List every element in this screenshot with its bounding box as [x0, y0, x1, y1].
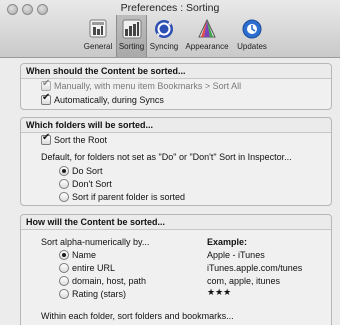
tab-general[interactable]: General — [80, 15, 116, 57]
manually-label: Manually, with menu item Bookmarks > Sor… — [54, 81, 242, 91]
how-sorted-section: How will the Content be sorted... Sort a… — [20, 214, 332, 325]
example-header: Example: — [207, 237, 248, 247]
tab-general-label: General — [83, 42, 113, 51]
when-sorted-title: When should the Content be sorted... — [21, 64, 331, 79]
general-icon — [87, 18, 109, 40]
sort-if-parent-option[interactable]: Sort if parent folder is sorted — [59, 192, 185, 202]
default-folders-label: Default, for folders not set as "Do" or … — [41, 152, 292, 162]
when-sorted-section: When should the Content be sorted... Man… — [20, 63, 332, 110]
sorting-icon — [121, 18, 143, 40]
example-name: Apple - iTunes — [207, 250, 265, 260]
dont-sort-radio[interactable] — [59, 179, 69, 189]
sort-by-label: Sort alpha-numerically by... — [41, 237, 150, 247]
sort-domain-option[interactable]: domain, host, path — [59, 276, 146, 286]
sort-url-radio[interactable] — [59, 263, 69, 273]
updates-icon — [241, 18, 263, 40]
sort-rating-label: Rating (stars) — [72, 289, 127, 299]
tab-sorting-label: Sorting — [118, 42, 145, 51]
tab-updates[interactable]: Updates — [233, 15, 271, 57]
preferences-window: Preferences : Sorting General Sorting Sy… — [0, 0, 340, 325]
sort-name-radio[interactable] — [59, 250, 69, 260]
within-folder-label: Within each folder, sort folders and boo… — [41, 311, 234, 321]
which-folders-section: Which folders will be sorted... Sort the… — [20, 117, 332, 206]
tab-appearance-label: Appearance — [185, 42, 229, 51]
sort-root-option[interactable]: Sort the Root — [41, 132, 108, 145]
tab-updates-label: Updates — [237, 42, 267, 51]
sort-rating-option[interactable]: Rating (stars) — [59, 289, 126, 299]
sort-if-parent-label: Sort if parent folder is sorted — [72, 192, 186, 202]
tab-appearance[interactable]: Appearance — [181, 15, 233, 57]
example-domain: com, apple, itunes — [207, 276, 281, 286]
dont-sort-label: Don't Sort — [72, 179, 112, 189]
example-url: iTunes.apple.com/tunes — [207, 263, 303, 273]
how-sorted-title: How will the Content be sorted... — [21, 215, 331, 230]
title-bar: Preferences : Sorting General Sorting Sy… — [0, 0, 340, 58]
sort-root-checkbox[interactable] — [41, 132, 51, 145]
do-sort-option[interactable]: Do Sort — [59, 166, 103, 176]
automatically-checkbox[interactable] — [41, 92, 51, 105]
sort-name-option[interactable]: Name — [59, 250, 96, 260]
do-sort-radio[interactable] — [59, 166, 69, 176]
sort-domain-label: domain, host, path — [72, 276, 147, 286]
sort-domain-radio[interactable] — [59, 276, 69, 286]
syncing-icon — [153, 18, 175, 40]
manually-checkbox[interactable] — [41, 78, 51, 91]
which-folders-title: Which folders will be sorted... — [21, 118, 331, 133]
sort-if-parent-radio[interactable] — [59, 192, 69, 202]
automatically-label: Automatically, during Syncs — [54, 95, 164, 105]
window-title: Preferences : Sorting — [120, 2, 220, 14]
tab-sorting[interactable]: Sorting — [116, 15, 147, 57]
sort-root-label: Sort the Root — [54, 135, 108, 145]
manually-option[interactable]: Manually, with menu item Bookmarks > Sor… — [41, 78, 242, 91]
sort-name-label: Name — [72, 250, 97, 260]
sort-url-option[interactable]: entire URL — [59, 263, 115, 273]
sort-url-label: entire URL — [72, 263, 116, 273]
appearance-icon — [196, 18, 218, 40]
sort-rating-radio[interactable] — [59, 289, 69, 299]
dont-sort-option[interactable]: Don't Sort — [59, 179, 112, 189]
tab-syncing[interactable]: Syncing — [147, 15, 181, 57]
tab-syncing-label: Syncing — [149, 42, 179, 51]
automatically-option[interactable]: Automatically, during Syncs — [41, 92, 164, 105]
do-sort-label: Do Sort — [72, 166, 103, 176]
preferences-toolbar: General Sorting Syncing Appearance Updat… — [80, 15, 271, 57]
example-rating-stars: ★★★ — [207, 288, 232, 298]
